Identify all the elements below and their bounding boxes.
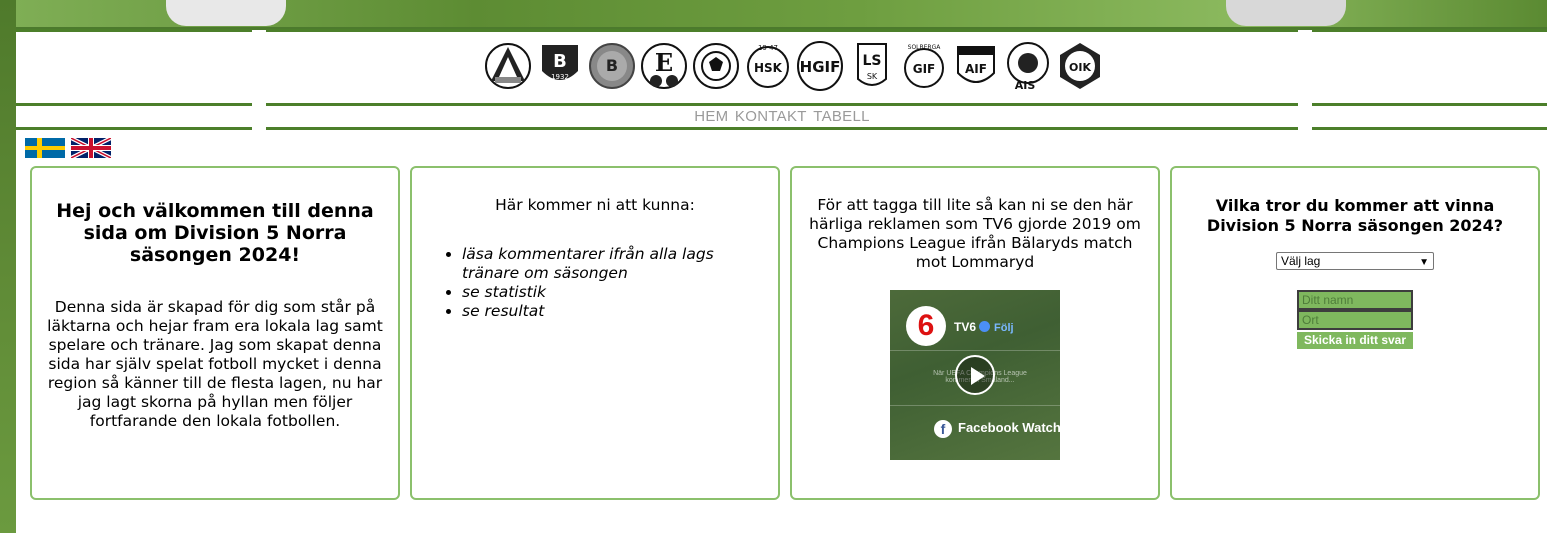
banner-photo-detail xyxy=(166,0,286,26)
banner-photo-detail xyxy=(1226,0,1346,26)
team-logo[interactable]: LS SK xyxy=(848,40,896,92)
svg-text:AIS: AIS xyxy=(1015,79,1036,91)
svg-text:SK: SK xyxy=(867,72,878,81)
team-logos-row: B 1932 B E HSK 19 47 HGIF LS SK SOLBERGA GIF… xyxy=(484,40,1104,92)
nav-link-kontakt[interactable]: KONTAKT xyxy=(735,108,807,125)
team-select-value: Välj lag xyxy=(1281,254,1321,268)
verified-icon xyxy=(979,321,991,332)
team-select[interactable]: Välj lag ▼ xyxy=(1276,252,1434,270)
team-logo[interactable]: B xyxy=(588,40,636,92)
list-item: läsa kommentarer ifrån alla lags tränare… xyxy=(462,245,764,283)
place-input[interactable]: Ort xyxy=(1297,310,1413,330)
nav-link-tabell[interactable]: TABELL xyxy=(813,108,870,125)
channel-label: TV6 xyxy=(954,320,977,334)
svg-text:OIK: OIK xyxy=(1069,61,1091,74)
pitch-line xyxy=(890,405,1060,406)
divider-line xyxy=(16,127,252,130)
poll-title: Vilka tror du kommer att vinna Division … xyxy=(1206,196,1504,235)
svg-text:AIF: AIF xyxy=(965,62,987,76)
submit-button[interactable]: Skicka in ditt svar xyxy=(1297,332,1413,349)
svg-text:SOLBERGA: SOLBERGA xyxy=(908,44,942,51)
divider-line xyxy=(266,29,1298,32)
pitch-line xyxy=(890,350,1060,351)
team-logo[interactable]: OIK xyxy=(1056,40,1104,92)
list-item: se statistik xyxy=(462,283,764,302)
divider-line xyxy=(266,103,1298,106)
team-logo[interactable]: HGIF xyxy=(796,40,844,92)
left-decorative-stripe xyxy=(0,0,16,533)
team-logo[interactable]: E xyxy=(640,40,688,92)
features-intro: Här kommer ni att kunna: xyxy=(495,196,695,214)
welcome-text: Denna sida är skapad för dig som står på… xyxy=(47,298,383,430)
svg-text:B: B xyxy=(606,56,618,75)
poll-card: Vilka tror du kommer att vinna Division … xyxy=(1170,166,1540,500)
team-logo[interactable] xyxy=(692,40,740,92)
channel-name[interactable]: TV6 Följ xyxy=(954,320,1014,334)
divider-line xyxy=(16,103,252,106)
video-card: För att tagga till lite så kan ni se den… xyxy=(790,166,1160,500)
svg-text:HGIF: HGIF xyxy=(800,58,841,76)
list-item: se resultat xyxy=(462,302,764,321)
name-input[interactable]: Ditt namn xyxy=(1297,290,1413,310)
tv6-logo-icon: 6 xyxy=(906,306,946,346)
divider-line xyxy=(1312,127,1547,130)
team-logo[interactable]: AIF xyxy=(952,40,1000,92)
header-banner-image xyxy=(16,0,1547,30)
svg-text:B: B xyxy=(553,51,567,72)
team-logo[interactable] xyxy=(484,40,532,92)
features-list: läsa kommentarer ifrån alla lags tränare… xyxy=(462,245,764,321)
svg-text:1932: 1932 xyxy=(551,73,569,81)
swedish-flag-icon[interactable] xyxy=(25,138,65,158)
facebook-video-embed[interactable]: 6 TV6 Följ När UEFA Champions League komm… xyxy=(890,290,1060,460)
svg-text:HSK: HSK xyxy=(754,61,783,75)
uk-flag-icon[interactable] xyxy=(71,138,111,158)
divider-line xyxy=(1312,29,1547,32)
features-card: Här kommer ni att kunna: läsa kommentare… xyxy=(410,166,780,500)
video-intro-text: För att tagga till lite så kan ni se den… xyxy=(809,196,1141,271)
team-logo[interactable]: AIS xyxy=(1004,40,1052,92)
svg-text:LS: LS xyxy=(862,53,881,69)
language-flags xyxy=(25,138,111,158)
welcome-heading: Hej och välkommen till denna sida om Div… xyxy=(56,200,374,266)
team-logo[interactable]: B 1932 xyxy=(536,40,584,92)
svg-text:19 47: 19 47 xyxy=(758,44,778,52)
team-logo[interactable]: SOLBERGA GIF xyxy=(900,40,948,92)
divider-line xyxy=(1312,103,1547,106)
main-nav: HEM KONTAKT TABELL xyxy=(266,108,1298,125)
facebook-watch-label: Facebook Watch xyxy=(958,420,1060,435)
chevron-down-icon: ▼ xyxy=(1419,257,1429,268)
follow-link[interactable]: Följ xyxy=(994,322,1014,334)
welcome-card: Hej och välkommen till denna sida om Div… xyxy=(30,166,400,500)
divider-line xyxy=(16,29,252,32)
play-icon[interactable] xyxy=(955,355,995,395)
svg-text:GIF: GIF xyxy=(913,62,936,76)
svg-text:E: E xyxy=(655,48,673,77)
divider-line xyxy=(266,127,1298,130)
nav-link-hem[interactable]: HEM xyxy=(694,108,728,125)
team-logo[interactable]: HSK 19 47 xyxy=(744,40,792,92)
